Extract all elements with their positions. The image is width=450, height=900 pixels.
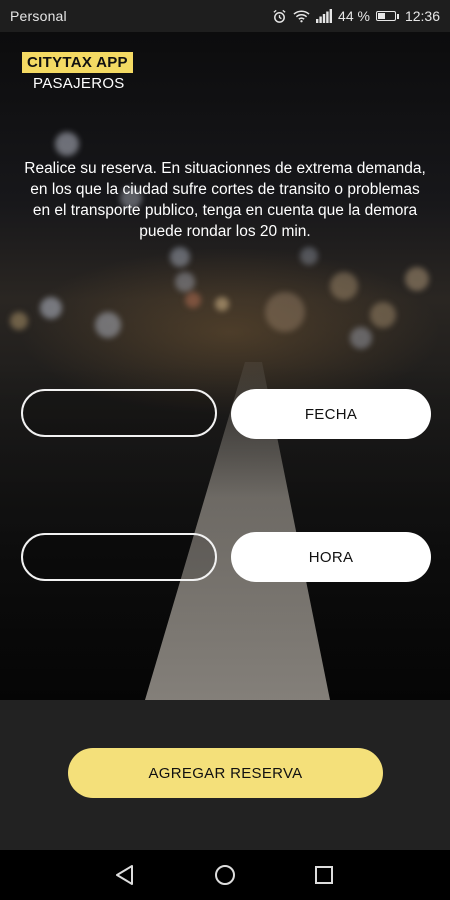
back-icon [116,865,133,885]
recents-icon [315,866,333,884]
carrier-name: Personal [10,8,67,24]
back-button[interactable] [95,850,155,900]
status-icons: 44 % 12:36 [272,8,440,24]
home-icon [215,865,235,885]
brand-name: CITYTAX APP [22,52,133,73]
clock: 12:36 [404,8,440,24]
time-field[interactable] [21,533,217,581]
road-line [0,362,450,700]
brand-logo: CITYTAX APP PASAJEROS [22,52,133,92]
brand-subtitle: PASAJEROS [33,75,125,92]
status-bar: Personal 44 % 12:36 [0,0,450,32]
date-button[interactable]: FECHA [231,389,431,439]
date-field[interactable] [21,389,217,437]
background-photo: CITYTAX APP PASAJEROS Realice su reserva… [0,32,450,700]
reservation-info-text: Realice su reserva. En situacionnes de e… [24,160,426,240]
alarm-icon [272,9,287,24]
signal-icon [316,9,333,23]
battery-level [377,13,385,19]
home-button[interactable] [195,850,255,900]
wifi-icon [293,9,310,23]
time-button[interactable]: HORA [231,532,431,582]
battery-percent: 44 % [338,8,370,24]
navigation-bar [0,850,450,900]
recents-button[interactable] [294,850,354,900]
add-reservation-button[interactable]: AGREGAR RESERVA [68,748,383,798]
battery-icon [375,11,399,21]
